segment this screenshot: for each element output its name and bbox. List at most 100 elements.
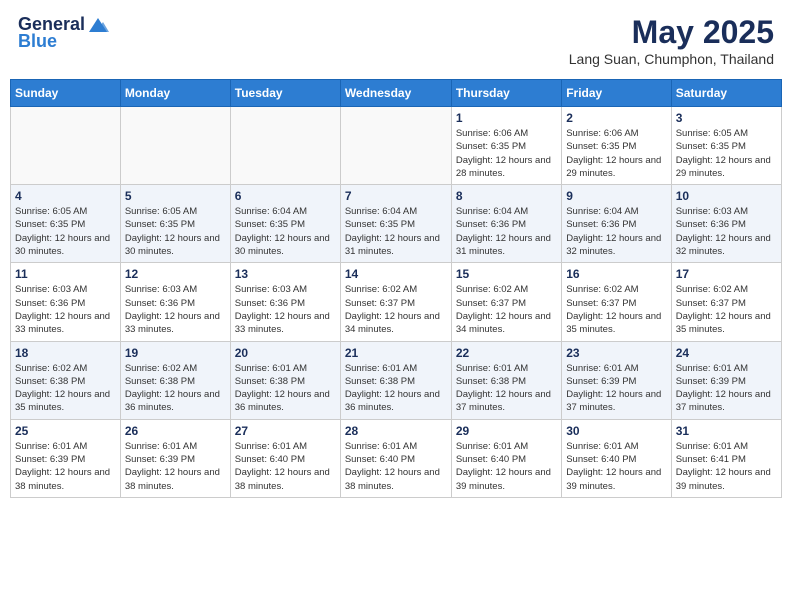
calendar-cell: 19Sunrise: 6:02 AMSunset: 6:38 PMDayligh… [120,341,230,419]
cell-sun-info: Sunrise: 6:02 AMSunset: 6:37 PMDaylight:… [345,283,447,336]
calendar-cell [230,107,340,185]
day-number: 13 [235,267,336,281]
cell-sun-info: Sunrise: 6:01 AMSunset: 6:39 PMDaylight:… [566,362,666,415]
day-number: 29 [456,424,557,438]
cell-sun-info: Sunrise: 6:01 AMSunset: 6:41 PMDaylight:… [676,440,777,493]
calendar-cell [340,107,451,185]
cell-sun-info: Sunrise: 6:05 AMSunset: 6:35 PMDaylight:… [15,205,116,258]
day-number: 1 [456,111,557,125]
cell-sun-info: Sunrise: 6:04 AMSunset: 6:35 PMDaylight:… [235,205,336,258]
calendar-cell: 17Sunrise: 6:02 AMSunset: 6:37 PMDayligh… [671,263,781,341]
calendar-week-row: 4 Sunrise: 6:05 AMSunset: 6:35 PMDaylight… [11,185,782,263]
weekday-header-saturday: Saturday [671,80,781,107]
calendar-cell: 5Sunrise: 6:05 AMSunset: 6:35 PMDaylight… [120,185,230,263]
calendar-cell: 13Sunrise: 6:03 AMSunset: 6:36 PMDayligh… [230,263,340,341]
calendar-cell: 24 Sunrise: 6:01 AMSunset: 6:39 PMDayligh… [671,341,781,419]
calendar-week-row: 11Sunrise: 6:03 AMSunset: 6:36 PMDayligh… [11,263,782,341]
calendar-week-row: 18Sunrise: 6:02 AMSunset: 6:38 PMDayligh… [11,341,782,419]
cell-sun-info: Sunrise: 6:04 AMSunset: 6:35 PMDaylight:… [345,205,447,258]
cell-sun-info: Sunrise: 6:05 AMSunset: 6:35 PMDaylight:… [125,205,226,258]
location-title: Lang Suan, Chumphon, Thailand [569,51,774,67]
calendar-cell [11,107,121,185]
weekday-header-tuesday: Tuesday [230,80,340,107]
logo-icon [87,16,109,34]
day-number: 31 [676,424,777,438]
cell-sun-info: Sunrise: 6:01 AMSunset: 6:38 PMDaylight:… [456,362,557,415]
day-number: 9 [566,189,666,203]
day-number: 20 [235,346,336,360]
day-number: 30 [566,424,666,438]
cell-sun-info: Sunrise: 6:04 AMSunset: 6:36 PMDaylight:… [566,205,666,258]
cell-sun-info: Sunrise: 6:01 AMSunset: 6:40 PMDaylight:… [456,440,557,493]
calendar-cell: 3 Sunrise: 6:05 AMSunset: 6:35 PMDaylight… [671,107,781,185]
calendar-cell: 30 Sunrise: 6:01 AMSunset: 6:40 PMDayligh… [562,419,671,497]
day-number: 6 [235,189,336,203]
day-number: 4 [15,189,116,203]
cell-sun-info: Sunrise: 6:01 AMSunset: 6:39 PMDaylight:… [676,362,777,415]
cell-sun-info: Sunrise: 6:01 AMSunset: 6:40 PMDaylight:… [345,440,447,493]
cell-sun-info: Sunrise: 6:01 AMSunset: 6:40 PMDaylight:… [566,440,666,493]
calendar-cell: 2Sunrise: 6:06 AMSunset: 6:35 PMDaylight… [562,107,671,185]
weekday-header-row: SundayMondayTuesdayWednesdayThursdayFrid… [11,80,782,107]
calendar-cell: 16Sunrise: 6:02 AMSunset: 6:37 PMDayligh… [562,263,671,341]
calendar-cell: 21Sunrise: 6:01 AMSunset: 6:38 PMDayligh… [340,341,451,419]
day-number: 27 [235,424,336,438]
calendar-cell: 9 Sunrise: 6:04 AMSunset: 6:36 PMDaylight… [562,185,671,263]
day-number: 11 [15,267,116,281]
day-number: 12 [125,267,226,281]
cell-sun-info: Sunrise: 6:01 AMSunset: 6:38 PMDaylight:… [235,362,336,415]
calendar-cell: 27 Sunrise: 6:01 AMSunset: 6:40 PMDayligh… [230,419,340,497]
page-header: General Blue May 2025 Lang Suan, Chumpho… [10,10,782,71]
calendar-cell: 28 Sunrise: 6:01 AMSunset: 6:40 PMDayligh… [340,419,451,497]
calendar-cell: 25 Sunrise: 6:01 AMSunset: 6:39 PMDayligh… [11,419,121,497]
day-number: 24 [676,346,777,360]
calendar-cell: 11Sunrise: 6:03 AMSunset: 6:36 PMDayligh… [11,263,121,341]
weekday-header-wednesday: Wednesday [340,80,451,107]
calendar-cell: 10Sunrise: 6:03 AMSunset: 6:36 PMDayligh… [671,185,781,263]
calendar-cell: 23 Sunrise: 6:01 AMSunset: 6:39 PMDayligh… [562,341,671,419]
weekday-header-monday: Monday [120,80,230,107]
calendar-cell: 4 Sunrise: 6:05 AMSunset: 6:35 PMDaylight… [11,185,121,263]
day-number: 14 [345,267,447,281]
day-number: 10 [676,189,777,203]
cell-sun-info: Sunrise: 6:06 AMSunset: 6:35 PMDaylight:… [456,127,557,180]
day-number: 23 [566,346,666,360]
calendar-cell: 29 Sunrise: 6:01 AMSunset: 6:40 PMDayligh… [451,419,561,497]
calendar-cell: 18Sunrise: 6:02 AMSunset: 6:38 PMDayligh… [11,341,121,419]
calendar-cell: 7Sunrise: 6:04 AMSunset: 6:35 PMDaylight… [340,185,451,263]
calendar-cell: 8 Sunrise: 6:04 AMSunset: 6:36 PMDaylight… [451,185,561,263]
calendar-week-row: 1 Sunrise: 6:06 AMSunset: 6:35 PMDaylight… [11,107,782,185]
day-number: 16 [566,267,666,281]
cell-sun-info: Sunrise: 6:04 AMSunset: 6:36 PMDaylight:… [456,205,557,258]
calendar-cell: 6 Sunrise: 6:04 AMSunset: 6:35 PMDaylight… [230,185,340,263]
calendar-cell: 1 Sunrise: 6:06 AMSunset: 6:35 PMDaylight… [451,107,561,185]
weekday-header-sunday: Sunday [11,80,121,107]
logo: General Blue [18,14,109,52]
day-number: 25 [15,424,116,438]
calendar-cell: 20 Sunrise: 6:01 AMSunset: 6:38 PMDayligh… [230,341,340,419]
day-number: 26 [125,424,226,438]
calendar-cell: 12Sunrise: 6:03 AMSunset: 6:36 PMDayligh… [120,263,230,341]
cell-sun-info: Sunrise: 6:06 AMSunset: 6:35 PMDaylight:… [566,127,666,180]
weekday-header-thursday: Thursday [451,80,561,107]
day-number: 22 [456,346,557,360]
day-number: 19 [125,346,226,360]
cell-sun-info: Sunrise: 6:05 AMSunset: 6:35 PMDaylight:… [676,127,777,180]
logo-blue-text: Blue [18,31,57,52]
day-number: 8 [456,189,557,203]
calendar-cell: 14 Sunrise: 6:02 AMSunset: 6:37 PMDayligh… [340,263,451,341]
weekday-header-friday: Friday [562,80,671,107]
calendar-cell: 22 Sunrise: 6:01 AMSunset: 6:38 PMDayligh… [451,341,561,419]
cell-sun-info: Sunrise: 6:01 AMSunset: 6:40 PMDaylight:… [235,440,336,493]
cell-sun-info: Sunrise: 6:01 AMSunset: 6:39 PMDaylight:… [15,440,116,493]
title-section: May 2025 Lang Suan, Chumphon, Thailand [569,14,774,67]
cell-sun-info: Sunrise: 6:01 AMSunset: 6:38 PMDaylight:… [345,362,447,415]
day-number: 3 [676,111,777,125]
day-number: 17 [676,267,777,281]
day-number: 28 [345,424,447,438]
cell-sun-info: Sunrise: 6:02 AMSunset: 6:38 PMDaylight:… [15,362,116,415]
calendar-cell: 26Sunrise: 6:01 AMSunset: 6:39 PMDayligh… [120,419,230,497]
calendar-cell: 15Sunrise: 6:02 AMSunset: 6:37 PMDayligh… [451,263,561,341]
calendar-week-row: 25 Sunrise: 6:01 AMSunset: 6:39 PMDayligh… [11,419,782,497]
day-number: 15 [456,267,557,281]
